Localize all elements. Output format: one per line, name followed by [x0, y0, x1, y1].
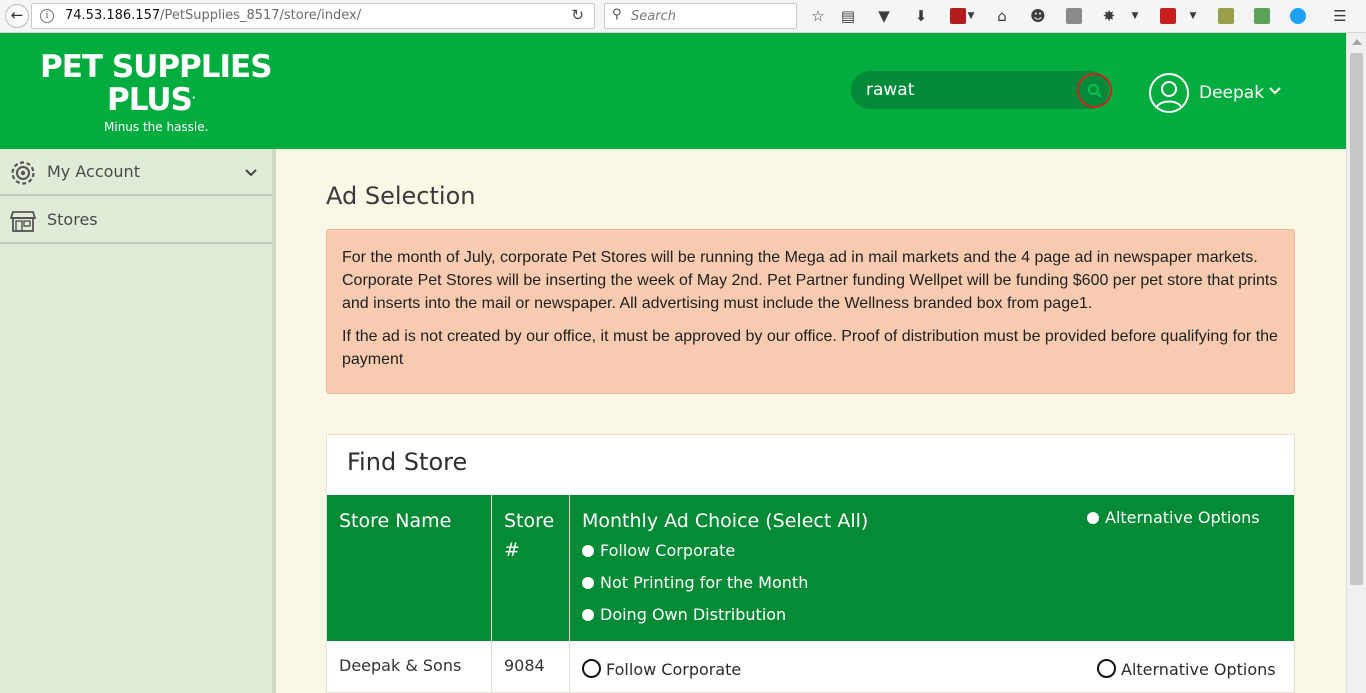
header-option-alternative[interactable]: Alternative Options — [1087, 508, 1260, 527]
main-content: Ad Selection For the month of July, corp… — [276, 149, 1346, 693]
store-number: 9084 — [504, 656, 545, 675]
notice-box: For the month of July, corporate Pet Sto… — [326, 229, 1295, 394]
sidebar-item-label: Stores — [47, 210, 98, 229]
radio-dot-icon — [1087, 512, 1099, 524]
logo[interactable]: PET SUPPLIES PLUS. Minus the hassle. — [38, 49, 273, 137]
news-icon[interactable] — [1160, 8, 1176, 24]
chevron-down-icon[interactable] — [244, 166, 258, 180]
skype-icon[interactable] — [1290, 8, 1306, 24]
url-text: 74.53.186.157/PetSupplies_8517/store/ind… — [65, 8, 362, 23]
bug-icon[interactable]: ✸ — [1100, 6, 1118, 26]
news-dropdown-icon[interactable]: ▼ — [1188, 6, 1198, 26]
site-search-input[interactable] — [866, 80, 1076, 100]
search-button[interactable] — [1077, 73, 1112, 108]
search-icon: ⚲ — [612, 7, 622, 22]
bookmark-star-icon[interactable]: ☆ — [809, 6, 827, 26]
address-bar[interactable]: i 74.53.186.157/PetSupplies_8517/store/i… — [31, 3, 595, 29]
header-option-not-printing[interactable]: Not Printing for the Month — [582, 573, 808, 592]
radio-follow-corporate[interactable]: Follow Corporate — [582, 659, 741, 679]
column-header-store-number: Store # — [492, 495, 570, 641]
chevron-down-icon[interactable] — [1268, 84, 1282, 98]
reader-icon[interactable]: ▤ — [839, 6, 857, 26]
find-store-panel: Find Store Store Name Store # Monthly Ad… — [326, 434, 1295, 693]
notice-paragraph: For the month of July, corporate Pet Sto… — [342, 249, 1278, 312]
user-name: Deepak — [1199, 83, 1265, 103]
panel-title: Find Store — [347, 448, 468, 476]
radio-dot-icon — [582, 577, 594, 589]
scroll-thumb[interactable] — [1350, 53, 1363, 585]
sidebar: My Account Stores — [0, 149, 276, 693]
cell-ad-choice: Follow Corporate Alternative Options — [570, 641, 1294, 692]
radio-dot-icon — [582, 609, 594, 621]
user-menu[interactable]: Deepak — [1149, 73, 1299, 113]
column-label: Store Name — [339, 510, 452, 532]
notice-paragraph: If the ad is not created by our office, … — [342, 328, 1278, 368]
header-option-follow-corporate[interactable]: Follow Corporate — [582, 541, 735, 560]
cell-store-number: 9084 — [492, 641, 570, 692]
info-icon[interactable]: i — [40, 9, 54, 23]
page-title: Ad Selection — [326, 182, 476, 210]
flash-icon[interactable] — [950, 8, 966, 24]
site-header: PET SUPPLIES PLUS. Minus the hassle. Dee… — [0, 33, 1346, 149]
browser-toolbar: ← i 74.53.186.157/PetSupplies_8517/store… — [0, 0, 1366, 33]
reload-icon[interactable]: ↻ — [571, 6, 584, 24]
column-header-ad-choice: Monthly Ad Choice (Select All) Follow Co… — [570, 495, 1294, 641]
download-icon[interactable]: ⬇ — [912, 6, 930, 26]
sheet-icon[interactable] — [1254, 8, 1270, 24]
header-option-own-distribution[interactable]: Doing Own Distribution — [582, 605, 786, 624]
sidebar-item-my-account[interactable]: My Account — [0, 149, 272, 196]
user-icon — [1155, 81, 1183, 110]
sidebar-item-stores[interactable]: Stores — [0, 197, 272, 244]
avatar — [1149, 73, 1189, 113]
search-placeholder: Search — [631, 9, 676, 24]
addon-icon[interactable] — [1218, 8, 1234, 24]
home-icon[interactable]: ⌂ — [993, 6, 1011, 26]
menu-icon[interactable]: ☰ — [1331, 6, 1349, 26]
logo-line1: PET SUPPLIES — [40, 49, 273, 85]
cell-store-name: Deepak & Sons — [327, 641, 492, 692]
store-icon — [10, 211, 36, 232]
chat-icon[interactable]: ☻ — [1029, 6, 1047, 26]
browser-search-input[interactable]: ⚲ Search — [604, 3, 797, 29]
page-scrollbar[interactable] — [1346, 33, 1366, 693]
pocket-icon[interactable]: ▼ — [875, 6, 893, 26]
column-label: Store # — [504, 510, 555, 561]
gear-icon — [11, 161, 35, 185]
table-header: Store Name Store # Monthly Ad Choice (Se… — [327, 495, 1294, 641]
column-header-store-name: Store Name — [327, 495, 492, 641]
radio-circle-icon — [582, 659, 601, 678]
logo-tagline: Minus the hassle. — [104, 120, 209, 134]
radio-dot-icon — [582, 545, 594, 557]
radio-alternative-options[interactable]: Alternative Options — [1097, 659, 1276, 679]
table-row: Deepak & Sons 9084 Follow Corporate Alte… — [327, 641, 1294, 692]
sidebar-item-label: My Account — [47, 162, 140, 181]
bug-dropdown-icon[interactable]: ▼ — [1130, 6, 1140, 26]
back-icon[interactable]: ← — [5, 4, 29, 28]
store-name: Deepak & Sons — [339, 656, 462, 675]
search-icon — [1088, 84, 1102, 98]
radio-circle-icon — [1097, 659, 1116, 678]
flash-dropdown-icon[interactable]: ▼ — [966, 6, 976, 26]
logo-line2: PLUS. — [107, 82, 196, 118]
scroll-up-icon[interactable] — [1352, 39, 1362, 45]
select-all-label[interactable]: Monthly Ad Choice (Select All) — [582, 507, 868, 536]
site-search — [851, 71, 1112, 109]
screenshot-icon[interactable] — [1066, 8, 1082, 24]
